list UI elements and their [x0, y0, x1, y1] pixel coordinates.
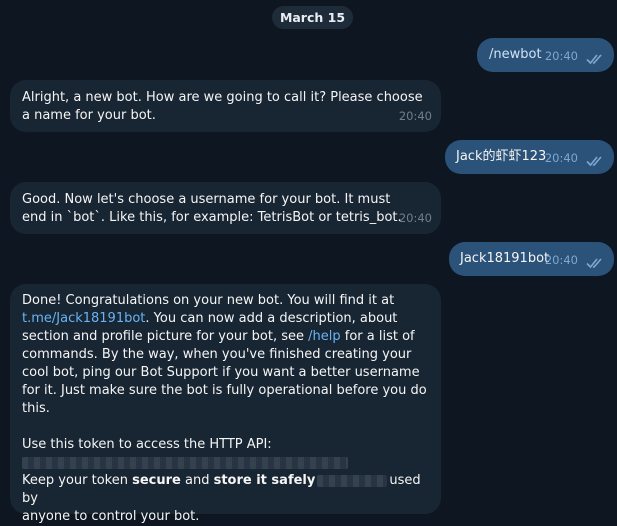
incoming-message[interactable]: Good. Now let's choose a username for yo…: [10, 182, 441, 234]
message-text: anyone to control your bot.: [22, 509, 200, 524]
message-paragraph: Keep your token secure and store it safe…: [22, 472, 427, 526]
help-command-link[interactable]: /help: [308, 329, 340, 344]
message-text: Keep your token: [22, 473, 133, 488]
message-text: Jack18191bot: [460, 251, 550, 266]
message-time: 20:40: [398, 211, 432, 225]
message-text: Jack的虾虾123: [456, 149, 547, 164]
redacted-text: [317, 474, 388, 487]
double-check-icon: [586, 53, 606, 65]
token-label: Use this token to access the HTTP API:: [22, 437, 272, 452]
outgoing-message[interactable]: Jack18191bot 20:40: [449, 242, 614, 276]
message-text: Alright, a new bot. How are we going to …: [22, 90, 423, 123]
double-check-icon: [586, 155, 606, 167]
message-time: 20:40: [544, 253, 578, 267]
outgoing-message[interactable]: Jack的虾虾123 20:40: [445, 140, 614, 174]
incoming-message[interactable]: Done! Congratulations on your new bot. Y…: [10, 284, 441, 524]
message-text: and: [180, 473, 214, 488]
double-check-icon: [586, 257, 606, 269]
date-separator: March 15: [272, 6, 353, 29]
bot-link[interactable]: t.me/Jack18191bot: [22, 311, 145, 326]
redacted-token: [22, 454, 429, 472]
message-time: 20:40: [398, 109, 432, 123]
message-paragraph: Done! Congratulations on your new bot. Y…: [22, 292, 427, 418]
message-time: 20:40: [544, 151, 578, 165]
message-time: 20:40: [544, 49, 578, 63]
outgoing-message[interactable]: /newbot 20:40: [477, 38, 614, 72]
bold-text: store it safely: [213, 473, 316, 488]
message-text: Good. Now let's choose a username for yo…: [22, 192, 402, 225]
message-text: Done! Congratulations on your new bot. Y…: [22, 293, 395, 308]
incoming-message[interactable]: Alright, a new bot. How are we going to …: [10, 80, 441, 132]
bold-text: secure: [132, 473, 181, 488]
chat-history: March 15 /newbot 20:40 Alright, a new bo…: [0, 0, 617, 524]
